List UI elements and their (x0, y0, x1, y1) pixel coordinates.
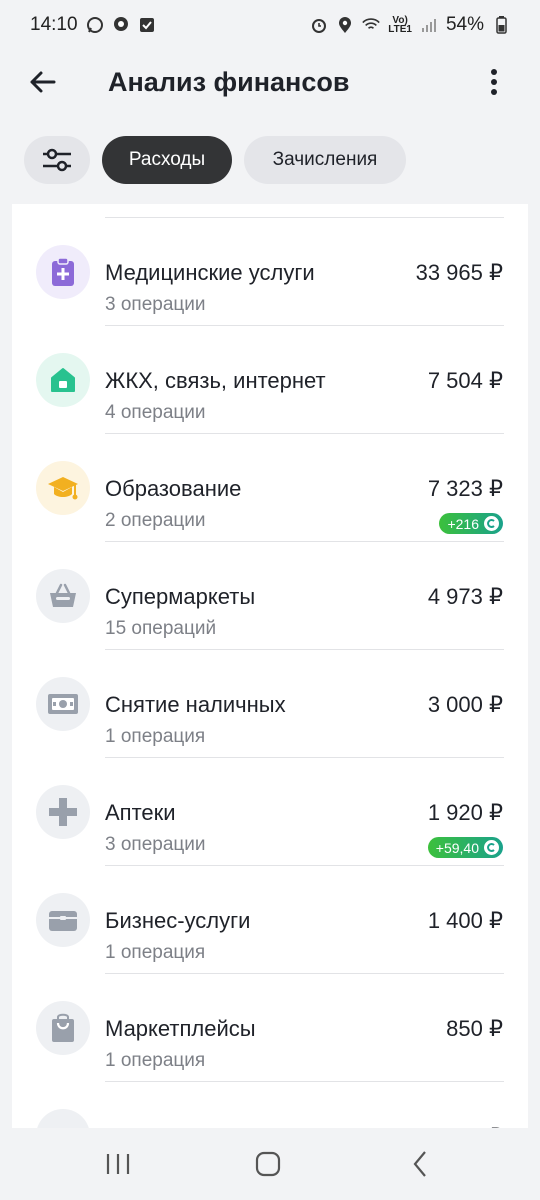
category-row[interactable]: Бизнес-услуги 1 операция 1 400 ₽ (12, 866, 528, 974)
category-row[interactable]: Маркетплейсы 1 операция 850 ₽ (12, 974, 528, 1082)
arrow-left-icon (30, 71, 56, 93)
home-icon (255, 1151, 281, 1177)
battery-icon (492, 16, 510, 34)
operations-count: 1 операция (105, 726, 206, 747)
category-amount: 7 504 ₽ (427, 368, 503, 393)
filter-settings-button[interactable] (24, 136, 90, 184)
chat-icon (112, 16, 130, 34)
category-name: Бизнес-услуги (105, 908, 251, 933)
system-nav-bar (0, 1128, 540, 1200)
operations-count: 1 операция (105, 942, 206, 963)
back-button[interactable] (22, 62, 62, 102)
category-row[interactable]: Снятие наличных 1 операция 3 000 ₽ (12, 650, 528, 758)
category-amount: 7 323 ₽ (427, 476, 503, 501)
operations-count: 3 операции (105, 294, 206, 315)
category-row[interactable]: Образование 2 операции 7 323 ₽ +216 (12, 434, 528, 542)
category-name: Супермаркеты (105, 584, 256, 609)
cashback-badge: +59,40 (427, 837, 503, 858)
basket-icon (36, 569, 90, 623)
recent-apps-button[interactable] (98, 1148, 138, 1180)
more-options-button[interactable] (474, 62, 514, 102)
sliders-icon (43, 148, 71, 172)
more-vertical-icon (491, 69, 497, 95)
briefcase-icon (36, 893, 90, 947)
category-amount: 1 920 ₽ (427, 800, 503, 825)
category-row[interactable]: Аптеки 3 операции 1 920 ₽ +59,40 (12, 758, 528, 866)
operations-count: 15 операций (105, 618, 217, 639)
category-row[interactable]: ЖКХ, связь, интернет 4 операции 7 504 ₽ (12, 326, 528, 434)
checkbox-icon (138, 16, 156, 34)
bonus-coin-icon (484, 840, 499, 855)
system-back-button[interactable] (400, 1148, 440, 1180)
tab-income[interactable]: Зачисления (244, 136, 406, 184)
filter-chips: Расходы Зачисления (24, 136, 406, 184)
category-amount: 1 400 ₽ (427, 908, 503, 933)
category-name: Маркетплейсы (105, 1016, 256, 1041)
category-name: Аптеки (105, 800, 176, 825)
cash-icon (36, 677, 90, 731)
category-name: Снятие наличных (105, 692, 286, 717)
bonus-coin-icon (484, 516, 499, 531)
category-name: Образование (105, 476, 242, 501)
tab-expenses[interactable]: Расходы (102, 136, 232, 184)
whatsapp-icon (86, 16, 104, 34)
category-name: ЖКХ, связь, интернет (105, 368, 326, 393)
signal-icon (420, 16, 438, 34)
alarm-icon (310, 16, 328, 34)
location-icon (336, 16, 354, 34)
category-amount: 3 000 ₽ (427, 692, 503, 717)
page-title: Анализ финансов (108, 66, 350, 97)
lte-indicator: Vo) LTE1 (388, 15, 412, 35)
house-icon (36, 353, 90, 407)
operations-count: 3 операции (105, 834, 206, 855)
graduation-cap-icon (36, 461, 90, 515)
taxi-icon (36, 1109, 90, 1128)
category-list[interactable]: Медицинские услуги 3 операции 33 965 ₽ ЖКХ,… (12, 204, 528, 1128)
operations-count: 2 операции (105, 510, 206, 531)
recent-apps-icon (106, 1154, 130, 1174)
chevron-left-icon (413, 1151, 426, 1177)
shopping-bag-icon (36, 1001, 90, 1055)
medical-clipboard-icon (36, 245, 90, 299)
status-time: 14:10 (30, 14, 78, 35)
cashback-badge: +216 (439, 513, 503, 534)
plus-cross-icon (36, 785, 90, 839)
battery-percent: 54% (445, 14, 484, 35)
category-amount: 850 ₽ (446, 1016, 503, 1041)
category-name: Медицинские услуги (105, 260, 315, 285)
category-row[interactable]: Супермаркеты 15 операций 4 973 ₽ (12, 542, 528, 650)
cashback-amount: +216 (447, 515, 479, 532)
app-bar: Анализ финансов (0, 50, 540, 114)
cashback-amount: +59,40 (435, 839, 479, 856)
home-button[interactable] (248, 1148, 288, 1180)
category-amount: 4 973 ₽ (427, 584, 503, 609)
category-amount: 33 965 ₽ (415, 260, 503, 285)
wifi-icon (362, 16, 381, 34)
operations-count: 4 операции (105, 402, 206, 423)
category-row[interactable]: Медицинские услуги 3 операции 33 965 ₽ (12, 218, 528, 326)
category-row[interactable]: Такси и каршеринг471 ₽ (12, 1082, 528, 1128)
status-bar: 14:10 Vo) LTE1 54% (0, 0, 540, 50)
operations-count: 1 операция (105, 1050, 206, 1071)
